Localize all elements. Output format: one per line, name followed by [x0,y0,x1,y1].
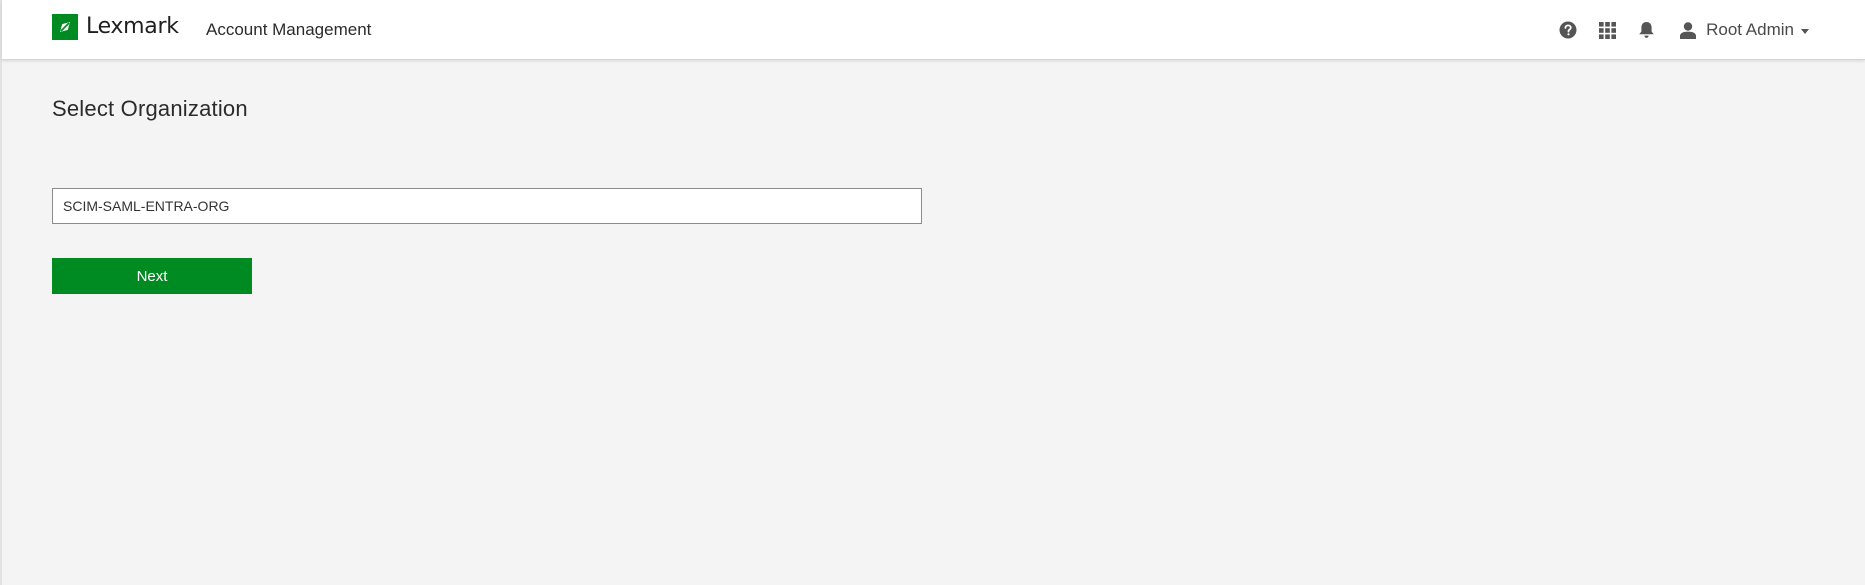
app-title: Account Management [206,20,372,39]
top-navigation-bar: Lexmark Account Management Root Admin [2,0,1865,60]
caret-down-icon [1801,29,1809,34]
header-actions: Root Admin [1558,17,1809,43]
brand-name: Lexmark [86,14,179,39]
user-menu[interactable]: Root Admin [1680,19,1809,41]
app-grid-icon [1598,21,1616,39]
user-name: Root Admin [1706,20,1794,39]
notifications-button[interactable] [1636,20,1656,40]
bell-icon [1638,22,1654,38]
user-icon [1680,21,1697,39]
main-content: Select Organization Next [52,95,922,294]
help-button[interactable] [1558,20,1578,40]
lexmark-logo-icon [52,14,78,40]
app-window: Lexmark Account Management Root Admin Se… [0,0,1865,585]
next-button[interactable]: Next [52,258,252,294]
app-switcher-button[interactable] [1597,20,1617,40]
lexmark-logo[interactable]: Lexmark [52,14,179,40]
help-circle-icon [1559,21,1577,39]
page-title: Select Organization [52,96,248,121]
organization-input[interactable] [52,188,922,224]
